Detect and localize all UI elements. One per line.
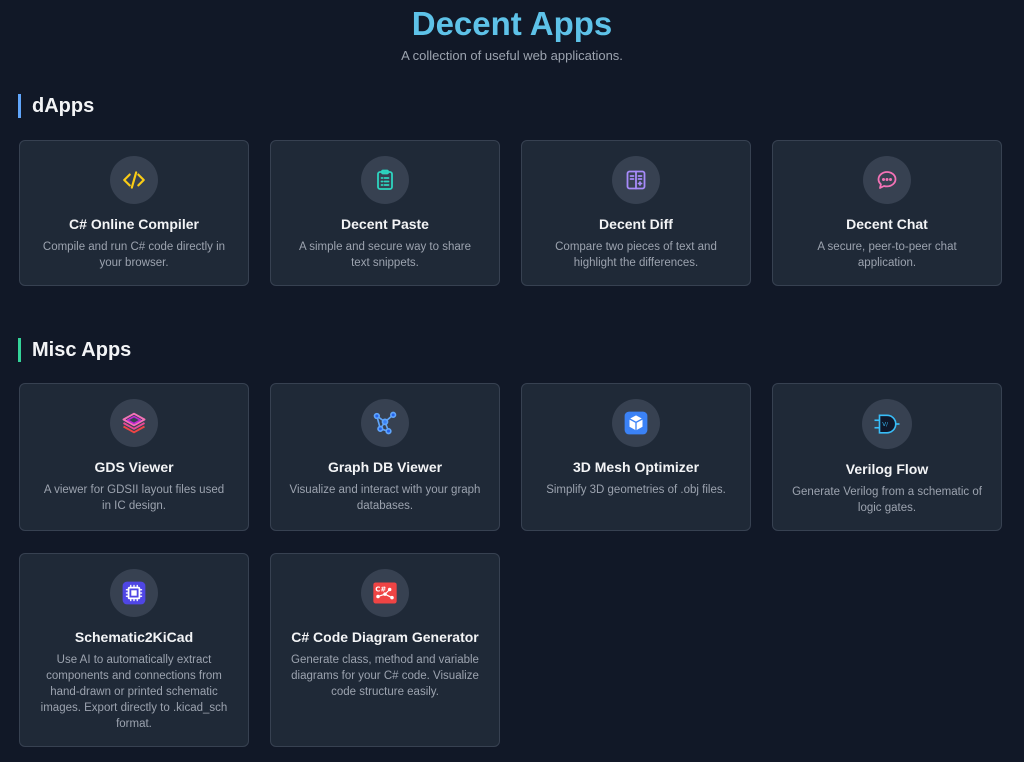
app-card-title: 3D Mesh Optimizer [572, 459, 700, 475]
app-card-title: Decent Diff [599, 216, 673, 232]
app-card-description: Compare two pieces of text and highlight… [555, 241, 717, 269]
svg-text:C#: C# [375, 585, 386, 593]
diff-icon [612, 156, 660, 204]
app-card-description: Visualize and interact with your graph d… [289, 484, 481, 512]
app-card-schematic2kicad[interactable]: Schematic2KiCad Use AI to automatically … [19, 553, 249, 747]
app-card-title: Graph DB Viewer [327, 459, 443, 475]
svg-text:V/: V/ [882, 422, 888, 428]
section-title-misc-apps: Misc Apps [18, 338, 131, 362]
app-card-3d-mesh-optimizer[interactable]: 3D Mesh Optimizer Simplify 3D geometries… [521, 383, 751, 531]
chat-icon [863, 156, 911, 204]
page-header: Decent Apps A collection of useful web a… [0, 0, 1024, 64]
app-card-description: Use AI to automatically extract componen… [40, 654, 228, 730]
page: Decent Apps A collection of useful web a… [0, 0, 1024, 762]
dapps-grid: C# Online Compiler Compile and run C# co… [19, 140, 1004, 286]
app-card-gds-viewer[interactable]: GDS Viewer A viewer for GDSII layout fil… [19, 383, 249, 531]
graph-icon [361, 399, 409, 447]
clipboard-icon [361, 156, 409, 204]
app-card-description: Generate class, method and variable diag… [291, 654, 479, 698]
app-card-decent-chat[interactable]: Decent Chat A secure, peer-to-peer chat … [772, 140, 1002, 286]
app-card-title: Decent Paste [341, 216, 429, 232]
app-card-title: Decent Chat [846, 216, 928, 232]
app-card-verilog-flow[interactable]: V/ Verilog Flow Generate Verilog from a … [772, 383, 1002, 531]
app-card-csharp-compiler[interactable]: C# Online Compiler Compile and run C# co… [19, 140, 249, 286]
app-card-description: A viewer for GDSII layout files used in … [43, 484, 225, 512]
page-subtitle: A collection of useful web applications. [401, 48, 623, 63]
misc-apps-grid: GDS Viewer A viewer for GDSII layout fil… [19, 383, 1004, 747]
cube-icon [612, 399, 660, 447]
page-title: Decent Apps [411, 5, 613, 42]
app-card-decent-diff[interactable]: Decent Diff Compare two pieces of text a… [521, 140, 751, 286]
app-card-description: Simplify 3D geometries of .obj files. [546, 484, 726, 496]
app-card-description: A secure, peer-to-peer chat application. [817, 241, 957, 269]
app-card-title: C# Code Diagram Generator [291, 629, 479, 645]
app-card-title: C# Online Compiler [69, 216, 199, 232]
code-icon [110, 156, 158, 204]
app-card-graph-db-viewer[interactable]: Graph DB Viewer Visualize and interact w… [270, 383, 500, 531]
app-card-title: GDS Viewer [94, 459, 174, 475]
app-card-description: Generate Verilog from a schematic of log… [792, 486, 982, 514]
layers-icon [110, 399, 158, 447]
logic-gate-icon: V/ [862, 399, 912, 449]
app-card-description: A simple and secure way to share text sn… [299, 241, 471, 269]
app-card-decent-paste[interactable]: Decent Paste A simple and secure way to … [270, 140, 500, 286]
chip-icon [110, 569, 158, 617]
app-card-description: Compile and run C# code directly in your… [42, 241, 226, 269]
app-card-title: Schematic2KiCad [74, 629, 194, 645]
app-card-csharp-code-diagram-generator[interactable]: C# C# Code Diagram Generator Generate cl… [270, 553, 500, 747]
app-card-title: Verilog Flow [845, 461, 929, 477]
diagram-icon: C# [361, 569, 409, 617]
section-title-dapps: dApps [18, 94, 94, 118]
